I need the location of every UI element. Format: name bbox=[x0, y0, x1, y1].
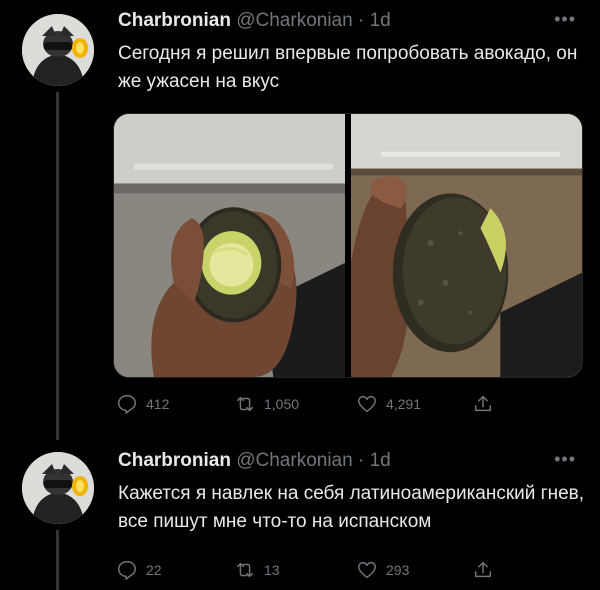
avatar-image bbox=[22, 452, 94, 524]
reply-count: 412 bbox=[146, 396, 170, 412]
share-button[interactable] bbox=[472, 392, 494, 416]
avatar[interactable] bbox=[22, 14, 94, 86]
reply-button[interactable]: 412 bbox=[116, 392, 169, 416]
tweet-text: Кажется я навлек на себя латиноамериканс… bbox=[118, 483, 585, 532]
reply-button[interactable]: 22 bbox=[116, 558, 162, 582]
thread-line bbox=[56, 530, 59, 590]
like-button[interactable]: 4,291 bbox=[356, 392, 421, 416]
photo-avocado-front[interactable] bbox=[114, 114, 345, 377]
separator: · bbox=[357, 450, 365, 471]
tweet-header: Charbronian @Charkonian · 1d bbox=[118, 10, 391, 32]
photo-avocado-side[interactable] bbox=[351, 114, 582, 377]
heart-icon bbox=[358, 561, 376, 579]
display-name[interactable]: Charbronian bbox=[118, 10, 231, 31]
reply-count: 22 bbox=[146, 562, 162, 578]
handle[interactable]: @Charkonian bbox=[236, 450, 352, 471]
share-icon bbox=[474, 395, 492, 412]
share-icon bbox=[474, 561, 492, 578]
tweet[interactable]: Charbronian @Charkonian · 1d ••• Кажется… bbox=[0, 440, 600, 590]
tweet-header: Charbronian @Charkonian · 1d bbox=[118, 450, 391, 472]
retweet-button[interactable]: 1,050 bbox=[234, 392, 299, 416]
more-icon[interactable]: ••• bbox=[554, 10, 576, 28]
heart-icon bbox=[358, 395, 376, 413]
retweet-count: 1,050 bbox=[264, 396, 300, 412]
avatar[interactable] bbox=[22, 452, 94, 524]
reply-icon bbox=[118, 561, 136, 580]
retweet-button[interactable]: 13 bbox=[234, 558, 280, 582]
avocado-photo-2 bbox=[351, 114, 582, 377]
timestamp[interactable]: 1d bbox=[370, 450, 391, 471]
like-count: 4,291 bbox=[386, 396, 422, 412]
like-count: 293 bbox=[386, 562, 410, 578]
tweet-actions: 22 13 293 bbox=[116, 558, 516, 582]
display-name[interactable]: Charbronian bbox=[118, 450, 231, 471]
like-button[interactable]: 293 bbox=[356, 558, 409, 582]
retweet-icon bbox=[236, 396, 254, 412]
thread-line bbox=[56, 92, 59, 440]
handle[interactable]: @Charkonian bbox=[236, 10, 352, 31]
tweet-media[interactable] bbox=[113, 113, 583, 378]
tweet-text: Сегодня я решил впервые попробовать авок… bbox=[118, 43, 578, 92]
separator: · bbox=[357, 10, 365, 31]
timestamp[interactable]: 1d bbox=[370, 10, 391, 31]
avatar-image bbox=[22, 14, 94, 86]
retweet-icon bbox=[236, 562, 254, 578]
more-icon[interactable]: ••• bbox=[554, 450, 576, 468]
tweet[interactable]: Charbronian @Charkonian · 1d ••• Сегодня… bbox=[0, 0, 600, 440]
reply-icon bbox=[118, 395, 136, 414]
share-button[interactable] bbox=[472, 558, 494, 582]
avocado-photo-1 bbox=[114, 114, 345, 377]
tweet-actions: 412 1,050 4,291 bbox=[116, 392, 516, 416]
retweet-count: 13 bbox=[264, 562, 280, 578]
